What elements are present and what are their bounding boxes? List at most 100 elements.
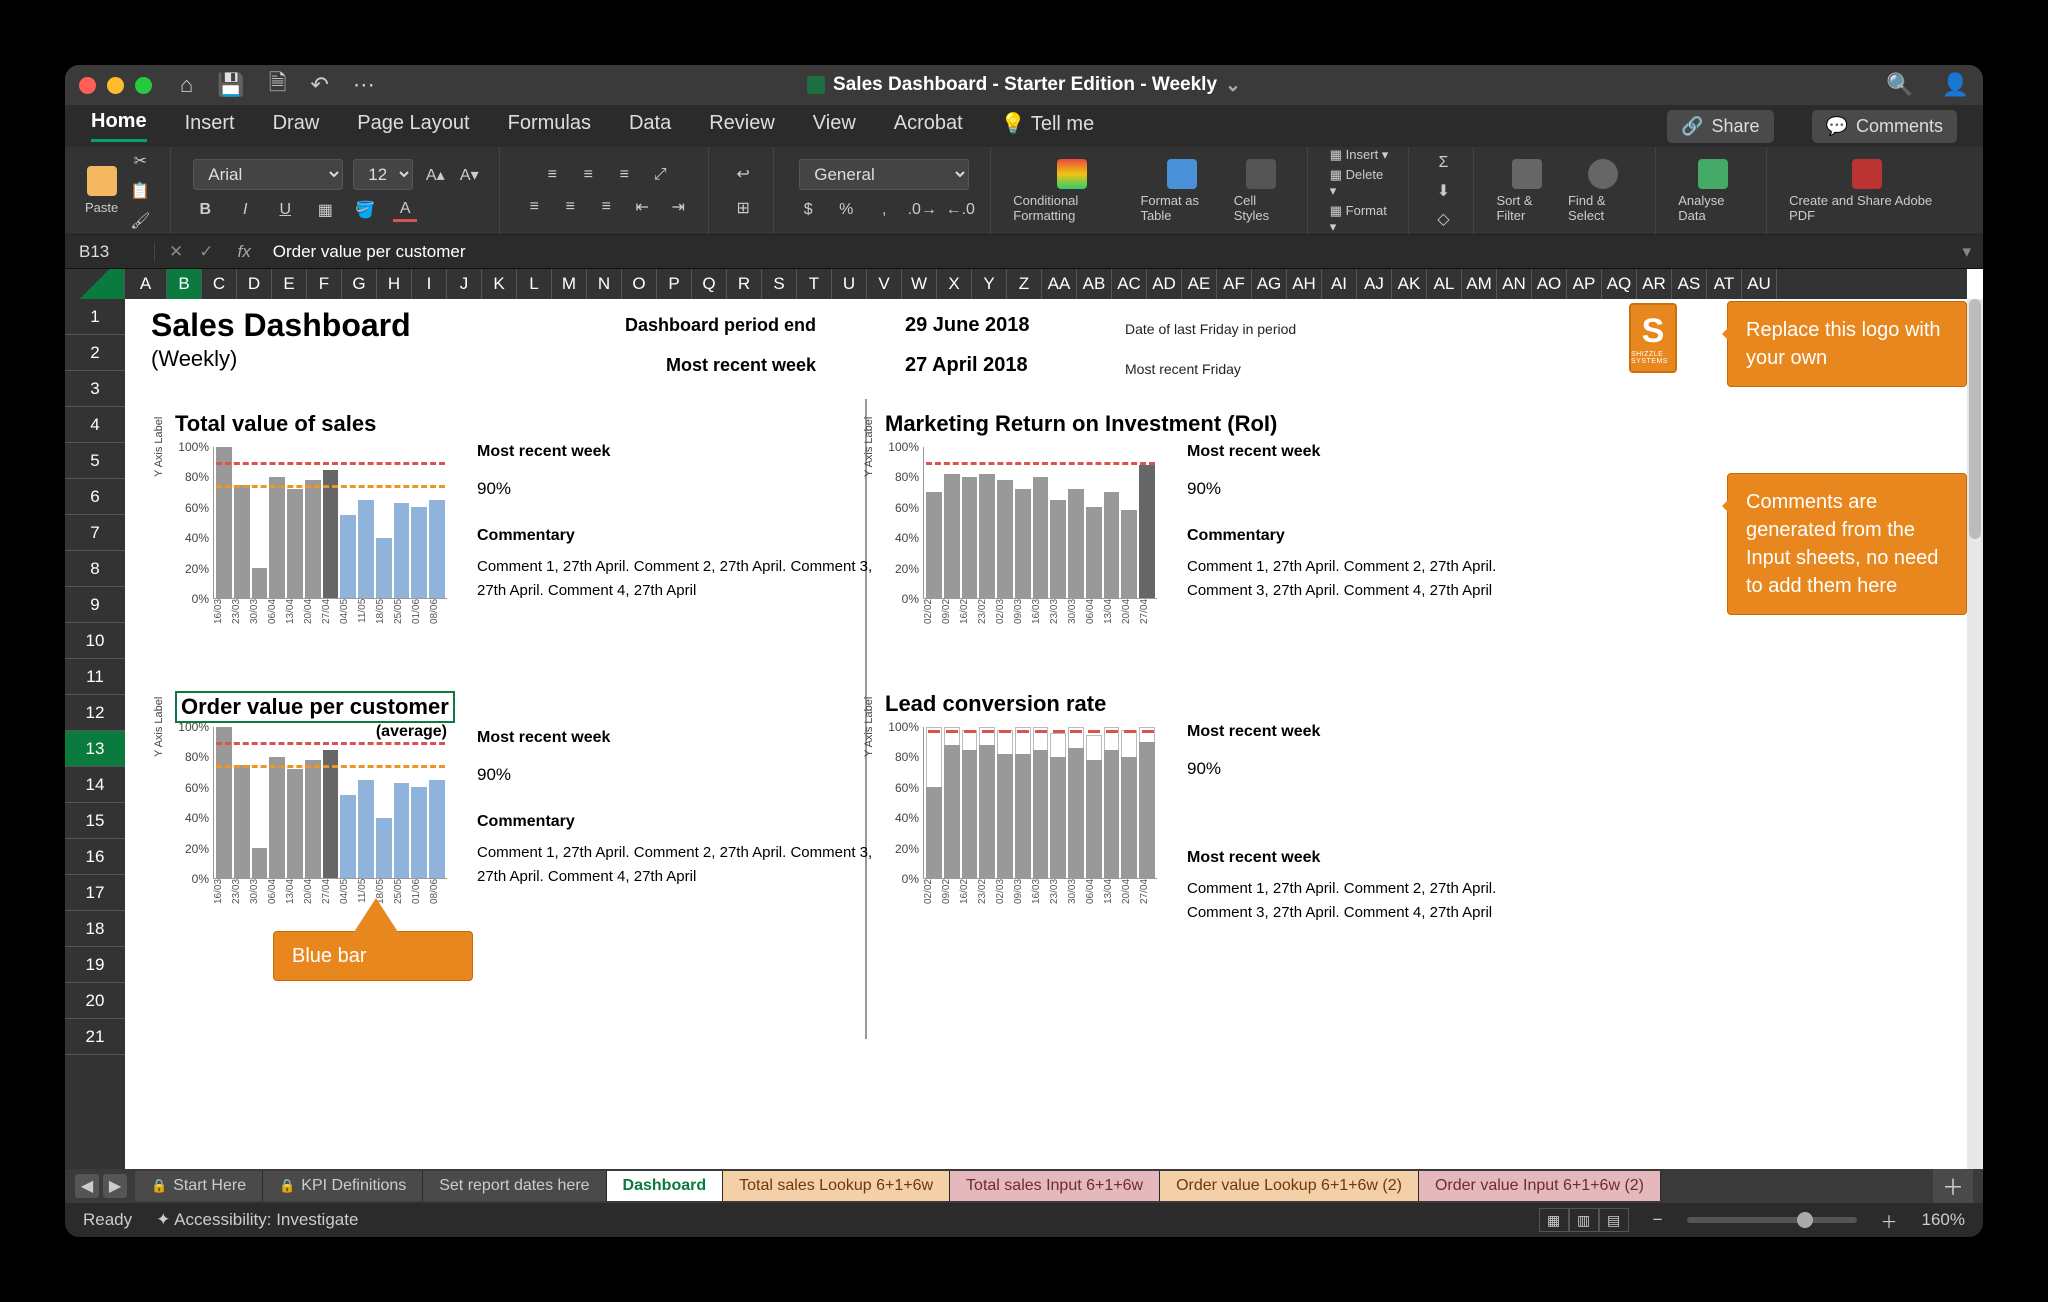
zoom-in-button[interactable]: ＋: [1881, 1208, 1898, 1233]
col-header[interactable]: D: [237, 269, 272, 299]
share-button[interactable]: 🔗 Share: [1667, 110, 1773, 143]
col-header[interactable]: I: [412, 269, 447, 299]
align-top-icon[interactable]: ≡: [540, 163, 564, 187]
row-header[interactable]: 18: [65, 911, 125, 947]
more-icon[interactable]: ⋯: [353, 72, 375, 98]
save-icon[interactable]: 💾: [217, 72, 244, 98]
fx-icon[interactable]: fx: [230, 242, 251, 262]
cell-styles-button[interactable]: Cell Styles: [1234, 159, 1289, 223]
sheet-tab[interactable]: Dashboard: [607, 1171, 724, 1201]
align-left-icon[interactable]: ≡: [522, 195, 546, 219]
row-headers[interactable]: 123456789101112131415161718192021: [65, 299, 125, 1169]
sheet-tab[interactable]: Total sales Lookup 6+1+6w: [723, 1171, 950, 1201]
select-all-corner[interactable]: [65, 269, 125, 299]
col-header[interactable]: Y: [972, 269, 1007, 299]
col-header[interactable]: R: [727, 269, 762, 299]
col-header[interactable]: F: [307, 269, 342, 299]
col-header[interactable]: M: [552, 269, 587, 299]
align-bottom-icon[interactable]: ≡: [612, 163, 636, 187]
col-header[interactable]: B: [167, 269, 202, 299]
row-header[interactable]: 10: [65, 623, 125, 659]
indent-left-icon[interactable]: ⇤: [630, 195, 654, 219]
create-pdf-button[interactable]: Create and Share Adobe PDF: [1789, 159, 1945, 223]
vertical-scrollbar[interactable]: [1967, 299, 1983, 1169]
row-header[interactable]: 19: [65, 947, 125, 983]
row-header[interactable]: 4: [65, 407, 125, 443]
col-header[interactable]: W: [902, 269, 937, 299]
tab-acrobat[interactable]: Acrobat: [894, 112, 963, 141]
currency-icon[interactable]: $: [796, 198, 820, 222]
insert-cells-button[interactable]: ▦ Insert ▾: [1330, 147, 1389, 163]
column-headers[interactable]: ABCDEFGHIJKLMNOPQRSTUVWXYZAAABACADAEAFAG…: [65, 269, 1967, 299]
border-button[interactable]: ▦: [313, 198, 337, 222]
col-header[interactable]: N: [587, 269, 622, 299]
accessibility-status[interactable]: ✦ Accessibility: Investigate: [156, 1210, 358, 1230]
align-right-icon[interactable]: ≡: [594, 195, 618, 219]
col-header[interactable]: AJ: [1357, 269, 1392, 299]
search-icon[interactable]: 🔍: [1886, 72, 1913, 98]
align-middle-icon[interactable]: ≡: [576, 163, 600, 187]
name-box[interactable]: B13: [65, 242, 155, 262]
merge-icon[interactable]: ⊞: [731, 196, 755, 220]
dec-decimal-icon[interactable]: ←.0: [948, 198, 972, 222]
comma-icon[interactable]: ,: [872, 198, 896, 222]
cut-icon[interactable]: ✂: [128, 149, 152, 173]
col-header[interactable]: K: [482, 269, 517, 299]
sheet-tab[interactable]: Total sales Input 6+1+6w: [950, 1171, 1160, 1201]
row-header[interactable]: 11: [65, 659, 125, 695]
row-header[interactable]: 8: [65, 551, 125, 587]
col-header[interactable]: AI: [1322, 269, 1357, 299]
col-header[interactable]: Z: [1007, 269, 1042, 299]
increase-font-icon[interactable]: A▴: [423, 163, 447, 187]
minimize-window-button[interactable]: [107, 77, 124, 94]
row-header[interactable]: 15: [65, 803, 125, 839]
italic-button[interactable]: I: [233, 198, 257, 222]
inc-decimal-icon[interactable]: .0→: [910, 198, 934, 222]
zoom-window-button[interactable]: [135, 77, 152, 94]
row-header[interactable]: 1: [65, 299, 125, 335]
col-header[interactable]: G: [342, 269, 377, 299]
tab-formulas[interactable]: Formulas: [508, 112, 591, 141]
sort-filter-button[interactable]: Sort & Filter: [1496, 159, 1558, 223]
col-header[interactable]: AA: [1042, 269, 1077, 299]
col-header[interactable]: H: [377, 269, 412, 299]
add-sheet-button[interactable]: ＋: [1933, 1166, 1973, 1206]
paste-button[interactable]: Paste: [85, 166, 118, 215]
row-header[interactable]: 9: [65, 587, 125, 623]
wrap-text-icon[interactable]: ↩: [731, 162, 755, 186]
tab-view[interactable]: View: [813, 112, 856, 141]
font-color-button[interactable]: A: [393, 198, 417, 222]
indent-right-icon[interactable]: ⇥: [666, 195, 690, 219]
zoom-slider[interactable]: [1687, 1217, 1857, 1223]
col-header[interactable]: AF: [1217, 269, 1252, 299]
tab-data[interactable]: Data: [629, 112, 671, 141]
col-header[interactable]: AQ: [1602, 269, 1637, 299]
col-header[interactable]: L: [517, 269, 552, 299]
delete-cells-button[interactable]: ▦ Delete ▾: [1330, 167, 1391, 199]
expand-formula-icon[interactable]: ▾: [1962, 242, 1983, 262]
percent-icon[interactable]: %: [834, 198, 858, 222]
col-header[interactable]: A: [125, 269, 167, 299]
col-header[interactable]: AS: [1672, 269, 1707, 299]
row-header[interactable]: 21: [65, 1019, 125, 1055]
col-header[interactable]: AL: [1427, 269, 1462, 299]
col-header[interactable]: J: [447, 269, 482, 299]
format-painter-icon[interactable]: 🖌: [128, 209, 152, 233]
col-header[interactable]: AU: [1742, 269, 1777, 299]
align-center-icon[interactable]: ≡: [558, 195, 582, 219]
page-layout-view-button[interactable]: ▥: [1569, 1208, 1599, 1232]
format-cells-button[interactable]: ▦ Format ▾: [1330, 203, 1391, 235]
col-header[interactable]: AO: [1532, 269, 1567, 299]
undo-icon[interactable]: ↶: [310, 72, 328, 98]
row-header[interactable]: 12: [65, 695, 125, 731]
zoom-level[interactable]: 160%: [1922, 1210, 1965, 1230]
page-break-view-button[interactable]: ▤: [1599, 1208, 1629, 1232]
autosum-icon[interactable]: Σ: [1431, 151, 1455, 175]
col-header[interactable]: X: [937, 269, 972, 299]
bold-button[interactable]: B: [193, 198, 217, 222]
tab-draw[interactable]: Draw: [273, 112, 320, 141]
close-window-button[interactable]: [79, 77, 96, 94]
col-header[interactable]: T: [797, 269, 832, 299]
col-header[interactable]: AD: [1147, 269, 1182, 299]
col-header[interactable]: AH: [1287, 269, 1322, 299]
